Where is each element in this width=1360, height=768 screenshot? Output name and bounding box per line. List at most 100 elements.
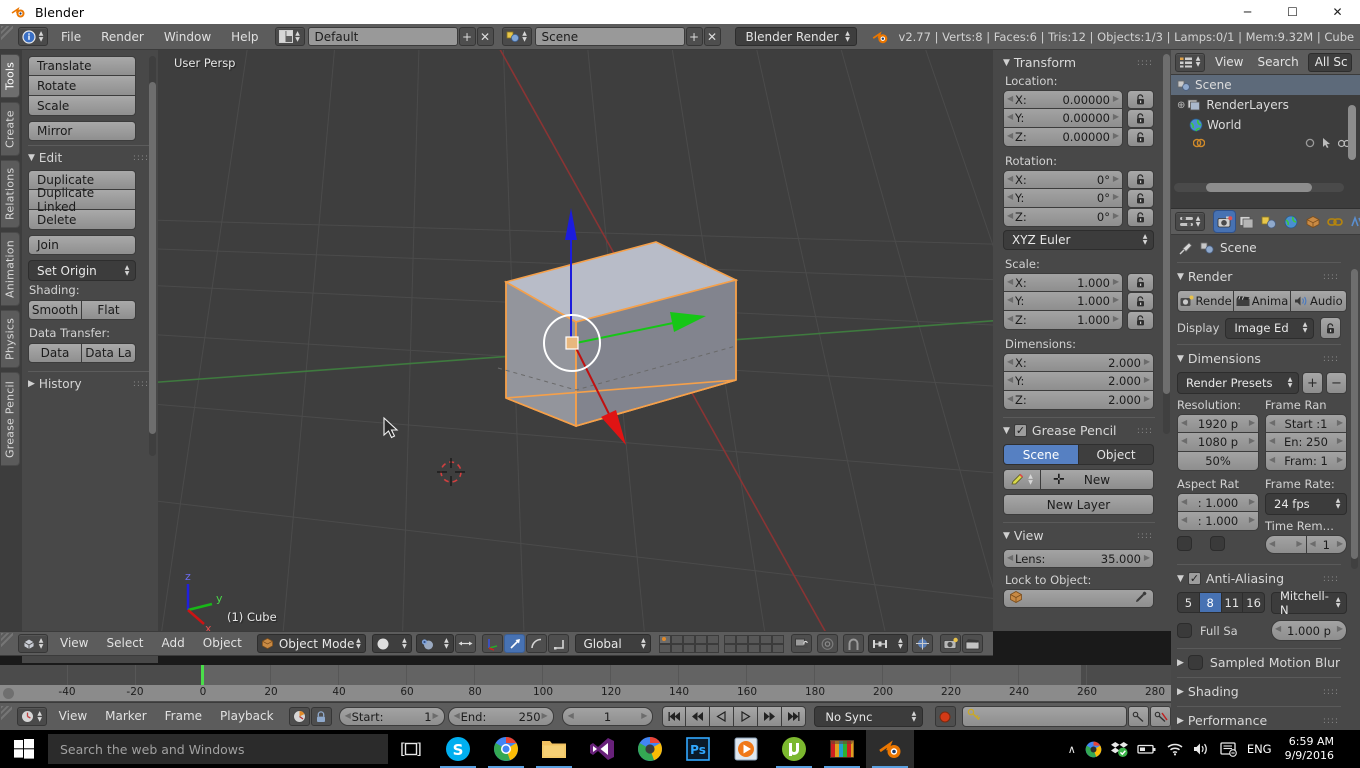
- eyedropper-icon[interactable]: [1134, 590, 1148, 607]
- lens-field[interactable]: ◀ Lens: 35.000 ▶: [1003, 549, 1154, 568]
- current-frame-field[interactable]: ◀ 1 ▶: [561, 707, 654, 726]
- data-transfer-button[interactable]: Data: [28, 343, 82, 363]
- increment-arrow-icon[interactable]: ▶: [1113, 295, 1119, 304]
- task-view-icon[interactable]: [ ]: [388, 730, 434, 768]
- lock-scene-icon[interactable]: [791, 634, 813, 653]
- toolshelf-tab-physics[interactable]: Physics: [1, 310, 20, 368]
- rotation-z-field[interactable]: ◀ Z: 0° ▶: [1003, 208, 1123, 227]
- transform-orientation-selector[interactable]: Global ▲ ▼: [575, 634, 652, 653]
- decrement-arrow-icon[interactable]: ◀: [1007, 553, 1013, 562]
- shade-smooth-button[interactable]: Smooth: [28, 300, 82, 320]
- gp-scene-toggle[interactable]: Scene: [1003, 444, 1079, 465]
- increment-arrow-icon[interactable]: ▶: [1113, 277, 1119, 286]
- shade-flat-button[interactable]: Flat: [82, 300, 136, 320]
- motion-blur-checkbox[interactable]: [1187, 655, 1203, 670]
- dropbox-tray-icon[interactable]: [1110, 741, 1128, 758]
- editor-type-selector[interactable]: ▲ ▼: [18, 27, 48, 46]
- modifiers-tab-icon[interactable]: [1346, 211, 1360, 232]
- layer-cell[interactable]: [760, 634, 773, 644]
- world-tab-icon[interactable]: [1280, 211, 1301, 232]
- anti-aliasing-checkbox[interactable]: ✓: [1187, 572, 1201, 585]
- timeline-scroll-handle[interactable]: [3, 688, 14, 699]
- viewport-editor-type-selector[interactable]: ▲ ▼: [18, 634, 48, 653]
- increment-arrow-icon[interactable]: ▶: [1113, 112, 1119, 121]
- record-autokey-icon[interactable]: [288, 707, 310, 726]
- render-engine-selector[interactable]: Blender Render ▲ ▼: [734, 27, 857, 46]
- npanel-scrollbar[interactable]: [1163, 54, 1170, 434]
- decrement-arrow-icon[interactable]: ◀: [1007, 94, 1013, 103]
- play-reverse-icon[interactable]: [710, 706, 735, 727]
- resolution-percentage-field[interactable]: 50%: [1177, 452, 1259, 471]
- pivot-point-selector[interactable]: ▲ ▼: [416, 634, 455, 653]
- pivot-align-toggle[interactable]: [455, 634, 477, 653]
- lock-location-x-button[interactable]: [1127, 90, 1154, 109]
- dimensions-x-field[interactable]: ◀ X: 2.000 ▶: [1003, 353, 1154, 372]
- layer-cell[interactable]: [724, 634, 737, 644]
- keying-set-field[interactable]: [961, 706, 1128, 727]
- location-x-field[interactable]: ◀ X: 0.00000 ▶: [1003, 90, 1123, 109]
- aa-samples-16[interactable]: 16: [1243, 592, 1265, 613]
- view-panel-header[interactable]: ▼ View ::::: [1003, 528, 1155, 543]
- render-layers-tab-icon[interactable]: [1236, 211, 1257, 232]
- snap-element-selector[interactable]: ▲ ▼: [868, 634, 909, 653]
- area-corner-widget[interactable]: [1, 705, 12, 728]
- increment-arrow-icon[interactable]: ▶: [541, 711, 547, 720]
- minimize-button[interactable]: ─: [1225, 0, 1270, 24]
- timeline-editor-type-selector[interactable]: ▲ ▼: [16, 707, 47, 726]
- decrement-arrow-icon[interactable]: ◀: [1181, 515, 1187, 524]
- decrement-arrow-icon[interactable]: ◀: [1007, 131, 1013, 140]
- lock-to-object-field[interactable]: [1003, 589, 1154, 608]
- clock[interactable]: 6:59 AM 9/9/2016: [1281, 735, 1342, 763]
- volume-icon[interactable]: [1193, 742, 1211, 756]
- layer-cell[interactable]: [695, 643, 708, 653]
- edit-panel-header[interactable]: ▼ Edit ::::: [28, 145, 151, 165]
- layer-cell[interactable]: [748, 634, 761, 644]
- rotation-x-field[interactable]: ◀ X: 0° ▶: [1003, 170, 1123, 189]
- manipulator-toggle-button[interactable]: [482, 634, 504, 653]
- render-opengl-anim-icon[interactable]: [962, 634, 984, 653]
- grease-pencil-checkbox[interactable]: ✓: [1013, 424, 1027, 437]
- increment-arrow-icon[interactable]: ▶: [1249, 418, 1255, 427]
- menu-help[interactable]: Help: [221, 24, 268, 50]
- lock-rotation-y-button[interactable]: [1127, 189, 1154, 208]
- sampled-motion-blur-panel-header[interactable]: ▶ Sampled Motion Blur: [1177, 648, 1341, 670]
- layer-cell[interactable]: [772, 643, 785, 653]
- taskbar-app-utorrent[interactable]: [770, 730, 818, 768]
- next-keyframe-icon[interactable]: [758, 706, 783, 727]
- timeline-track-area[interactable]: [0, 665, 1171, 685]
- jump-end-icon[interactable]: [782, 706, 807, 727]
- outliner-tree[interactable]: Scene ⊕ RenderLayers World: [1171, 75, 1360, 195]
- taskbar-app-skype[interactable]: S: [434, 730, 482, 768]
- increment-arrow-icon[interactable]: ▶: [1337, 624, 1343, 633]
- increment-arrow-icon[interactable]: ▶: [1337, 418, 1343, 427]
- frame-end-field[interactable]: ◀ En: 250 ▶: [1265, 433, 1347, 452]
- dimensions-z-field[interactable]: ◀ Z: 2.000 ▶: [1003, 391, 1154, 410]
- outliner-menu-view[interactable]: View: [1208, 50, 1250, 75]
- render-animation-button[interactable]: Anima: [1234, 290, 1291, 312]
- increment-arrow-icon[interactable]: ▶: [1337, 539, 1343, 548]
- lock-location-z-button[interactable]: [1127, 128, 1154, 147]
- decrement-arrow-icon[interactable]: ◀: [1181, 497, 1187, 506]
- decrement-arrow-icon[interactable]: ◀: [1007, 277, 1013, 286]
- viewport-menu-add[interactable]: Add: [153, 631, 194, 656]
- decrement-arrow-icon[interactable]: ◀: [1007, 314, 1013, 323]
- outliner-row-world[interactable]: World: [1171, 115, 1360, 135]
- increment-arrow-icon[interactable]: ▶: [1113, 314, 1119, 323]
- viewport-canvas[interactable]: z y x: [158, 50, 993, 631]
- history-panel-header[interactable]: ▶ History ::::: [28, 371, 151, 391]
- increment-arrow-icon[interactable]: ▶: [1249, 515, 1255, 524]
- decrement-arrow-icon[interactable]: ◀: [1181, 436, 1187, 445]
- layer-block-right[interactable]: [724, 634, 785, 653]
- frame-step-field[interactable]: ◀ Fram: 1 ▶: [1265, 452, 1347, 471]
- decrement-arrow-icon[interactable]: ◀: [1310, 539, 1316, 548]
- taskbar-app-firefox[interactable]: [626, 730, 674, 768]
- data-transfer-layout-button[interactable]: Data La: [82, 343, 136, 363]
- toolshelf-tab-animation[interactable]: Animation: [1, 232, 20, 306]
- npanel-scrollbar-thumb[interactable]: [1163, 54, 1170, 394]
- scene-tab-icon[interactable]: [1258, 211, 1279, 232]
- resolution-y-field[interactable]: ◀ 1080 p ▶: [1177, 433, 1259, 452]
- delete-screen-layout-button[interactable]: ✕: [476, 27, 494, 46]
- translate-widget-icon[interactable]: [504, 634, 526, 653]
- layer-cell[interactable]: [659, 634, 672, 644]
- layer-cell[interactable]: [707, 643, 720, 653]
